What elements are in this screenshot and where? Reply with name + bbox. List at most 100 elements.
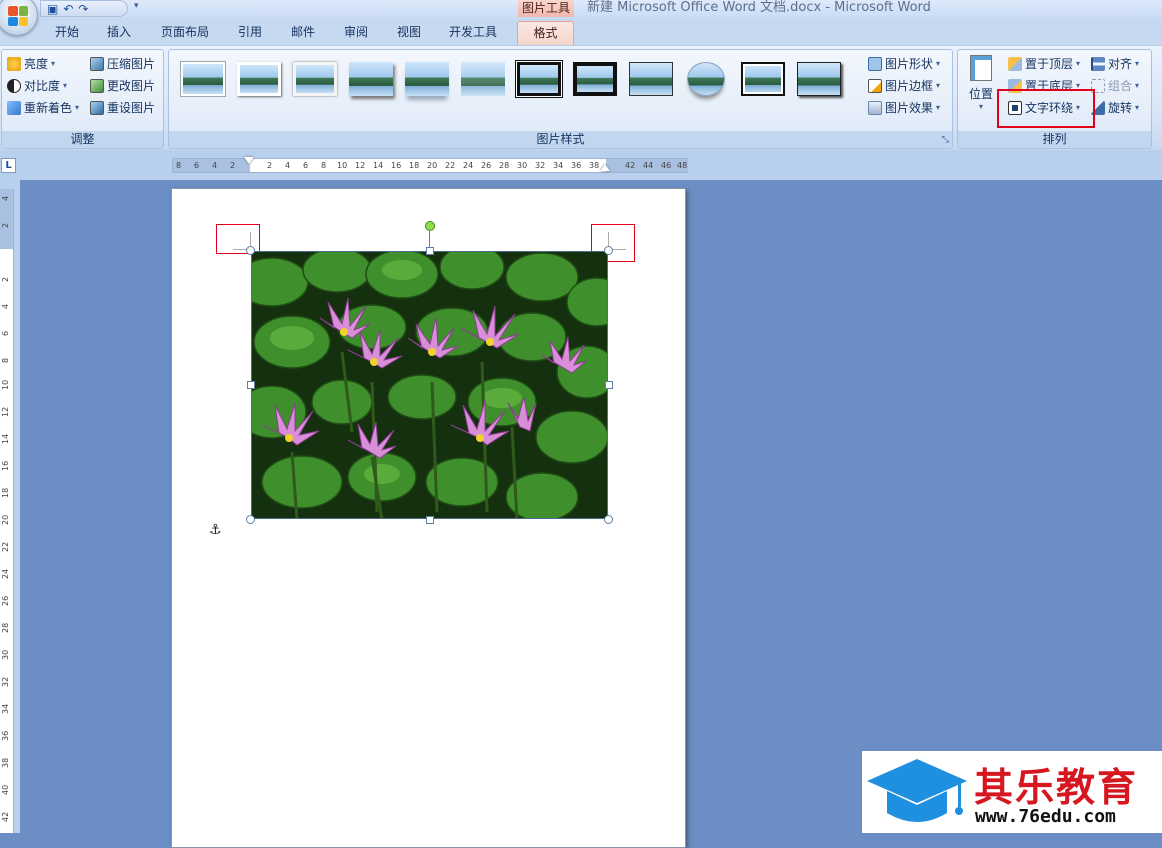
ruler-tick: 14	[373, 161, 384, 170]
adjust-group-label: 调整	[2, 131, 163, 148]
ruler-tick: 34	[1, 703, 10, 714]
picture-shape-icon	[868, 57, 882, 71]
style-thumb[interactable]	[181, 62, 225, 96]
tab-format[interactable]: 格式	[517, 21, 574, 45]
contrast-button[interactable]: 对比度 ▾	[7, 77, 67, 95]
brightness-button[interactable]: 亮度 ▾	[7, 55, 55, 73]
style-thumb[interactable]	[461, 62, 505, 96]
tab-page-layout[interactable]: 页面布局	[161, 24, 209, 40]
ruler-tick: 10	[1, 379, 10, 390]
ruler-tick: 6	[194, 161, 200, 170]
align-button[interactable]: 对齐 ▾	[1091, 55, 1139, 73]
rotate-button[interactable]: 旋转 ▾	[1091, 99, 1139, 117]
picture-effects-icon	[868, 101, 882, 115]
ruler-tick: 4	[285, 161, 291, 170]
resize-handle-top-right[interactable]	[604, 246, 613, 255]
style-thumb[interactable]	[573, 62, 617, 96]
right-indent-marker[interactable]	[600, 164, 610, 171]
ruler-tick: 2	[230, 161, 236, 170]
ruler-tick: 26	[1, 595, 10, 606]
ruler-tick: 4	[1, 303, 10, 309]
ruler-tick: 38	[1, 757, 10, 768]
dialog-launcher-icon[interactable]: ⤡	[942, 135, 949, 145]
position-icon	[970, 55, 992, 81]
style-thumb[interactable]	[797, 62, 841, 96]
ruler-tick: 18	[409, 161, 420, 170]
contrast-icon	[7, 79, 21, 93]
reset-picture-label: 重设图片	[107, 101, 156, 115]
left-indent-marker[interactable]	[244, 157, 254, 164]
ruler-tick: 48	[677, 161, 688, 170]
undo-icon[interactable]: ↶	[63, 2, 73, 16]
tab-home[interactable]: 开始	[55, 24, 79, 40]
ribbon: 亮度▾ 对比度▾ 重新着色▾ 压缩图片 更改图片 重设图片 调整 ▲ ▼ ▾ 图…	[0, 45, 1162, 150]
style-thumb[interactable]	[349, 62, 393, 96]
ruler-tick: 2	[1, 276, 10, 282]
position-button[interactable]: 位置 ▾	[964, 55, 998, 115]
water-lily-image	[252, 252, 607, 518]
tab-mailings[interactable]: 邮件	[291, 24, 315, 40]
resize-handle-top[interactable]	[426, 247, 434, 255]
ruler-tick: 14	[1, 433, 10, 444]
ruler-tick: 24	[463, 161, 474, 170]
water-lily-picture[interactable]	[251, 251, 608, 519]
resize-handle-bottom-left[interactable]	[246, 515, 255, 524]
save-icon[interactable]: ▣	[47, 2, 58, 16]
reset-picture-button[interactable]: 重设图片	[90, 99, 155, 117]
contrast-label: 对比度	[24, 79, 61, 93]
recolor-icon	[7, 101, 21, 115]
tab-references[interactable]: 引用	[238, 24, 262, 40]
ruler-tick: 40	[1, 784, 10, 795]
picture-shape-button[interactable]: 图片形状 ▾	[868, 55, 940, 73]
style-thumb[interactable]	[237, 62, 281, 96]
ruler-tick: 22	[445, 161, 456, 170]
rotation-handle[interactable]	[425, 221, 435, 231]
ruler-tick: 28	[499, 161, 510, 170]
tab-review[interactable]: 审阅	[344, 24, 368, 40]
tab-view[interactable]: 视图	[397, 24, 421, 40]
ruler-tick: 4	[212, 161, 218, 170]
style-thumb[interactable]	[741, 62, 785, 96]
tab-insert[interactable]: 插入	[107, 24, 131, 40]
style-thumb[interactable]	[517, 62, 561, 96]
watermark-brand: 其乐教育	[974, 766, 1139, 811]
picture-styles-group-label: 图片样式	[169, 131, 952, 148]
bring-to-front-button[interactable]: 置于顶层 ▾	[1008, 55, 1080, 73]
vertical-ruler[interactable]: 4 2 2 4 6 8 10 12 14 16 18 20 22 24 26 2…	[0, 189, 14, 833]
group-button[interactable]: 组合 ▾	[1091, 77, 1139, 95]
compress-pictures-button[interactable]: 压缩图片	[90, 55, 155, 73]
compress-icon	[90, 57, 104, 71]
ruler-tick: 12	[355, 161, 366, 170]
bring-front-label: 置于顶层	[1025, 57, 1074, 71]
style-thumb[interactable]	[687, 62, 725, 96]
ruler-tick: 42	[1, 811, 10, 822]
text-wrap-highlight	[997, 89, 1095, 128]
resize-handle-top-left[interactable]	[246, 246, 255, 255]
title-bar	[0, 0, 1162, 18]
style-thumb[interactable]	[629, 62, 673, 96]
ruler-tick: 6	[1, 330, 10, 336]
ruler-tick: 36	[571, 161, 582, 170]
redo-icon[interactable]: ↷	[78, 2, 88, 16]
ruler-tick: 42	[625, 161, 636, 170]
change-picture-button[interactable]: 更改图片	[90, 77, 155, 95]
office-logo-icon	[8, 6, 28, 26]
brightness-icon	[7, 57, 21, 71]
resize-handle-right[interactable]	[605, 381, 613, 389]
tab-selector-button[interactable]: L	[1, 158, 16, 173]
resize-handle-left[interactable]	[247, 381, 255, 389]
resize-handle-bottom[interactable]	[426, 516, 434, 524]
ruler-tick: 44	[643, 161, 654, 170]
customize-qat-icon[interactable]: ▾	[134, 1, 139, 11]
picture-border-button[interactable]: 图片边框 ▾	[868, 77, 940, 95]
tab-developer[interactable]: 开发工具	[449, 24, 497, 40]
resize-handle-bottom-right[interactable]	[604, 515, 613, 524]
recolor-button[interactable]: 重新着色 ▾	[7, 99, 79, 117]
ruler-tick: 36	[1, 730, 10, 741]
picture-effects-button[interactable]: 图片效果 ▾	[868, 99, 940, 117]
style-thumb[interactable]	[293, 62, 337, 96]
picture-border-icon	[868, 79, 882, 93]
ruler-tick: 30	[517, 161, 528, 170]
ruler-tick: 22	[1, 541, 10, 552]
style-thumb[interactable]	[405, 62, 449, 96]
